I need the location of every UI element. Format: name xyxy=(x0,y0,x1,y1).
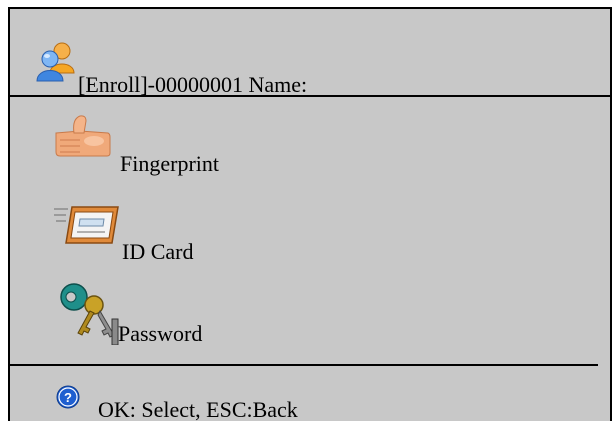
menu-item-id-card[interactable]: ID Card xyxy=(10,197,600,267)
menu-item-label: Fingerprint xyxy=(120,151,219,176)
menu-item-label: Password xyxy=(118,321,203,346)
footer-divider xyxy=(10,364,598,366)
footer-hint: OK: Select, ESC:Back xyxy=(98,397,298,422)
header-divider xyxy=(10,95,612,97)
id-card-icon xyxy=(54,206,119,244)
help-icon: ? xyxy=(56,385,80,409)
menu-item-label: ID Card xyxy=(122,239,194,264)
header: [Enroll]-00000001 Name: xyxy=(10,9,610,97)
menu-item-password[interactable]: Password xyxy=(10,279,600,349)
thumbs-up-icon xyxy=(55,115,111,157)
menu-item-fingerprint[interactable]: Fingerprint xyxy=(10,109,600,179)
footer: ? OK: Select, ESC:Back xyxy=(10,371,600,422)
enroll-screen: [Enroll]-00000001 Name: Fingerprint ID C… xyxy=(8,7,612,422)
users-icon xyxy=(36,42,75,82)
svg-text:?: ? xyxy=(64,390,72,405)
